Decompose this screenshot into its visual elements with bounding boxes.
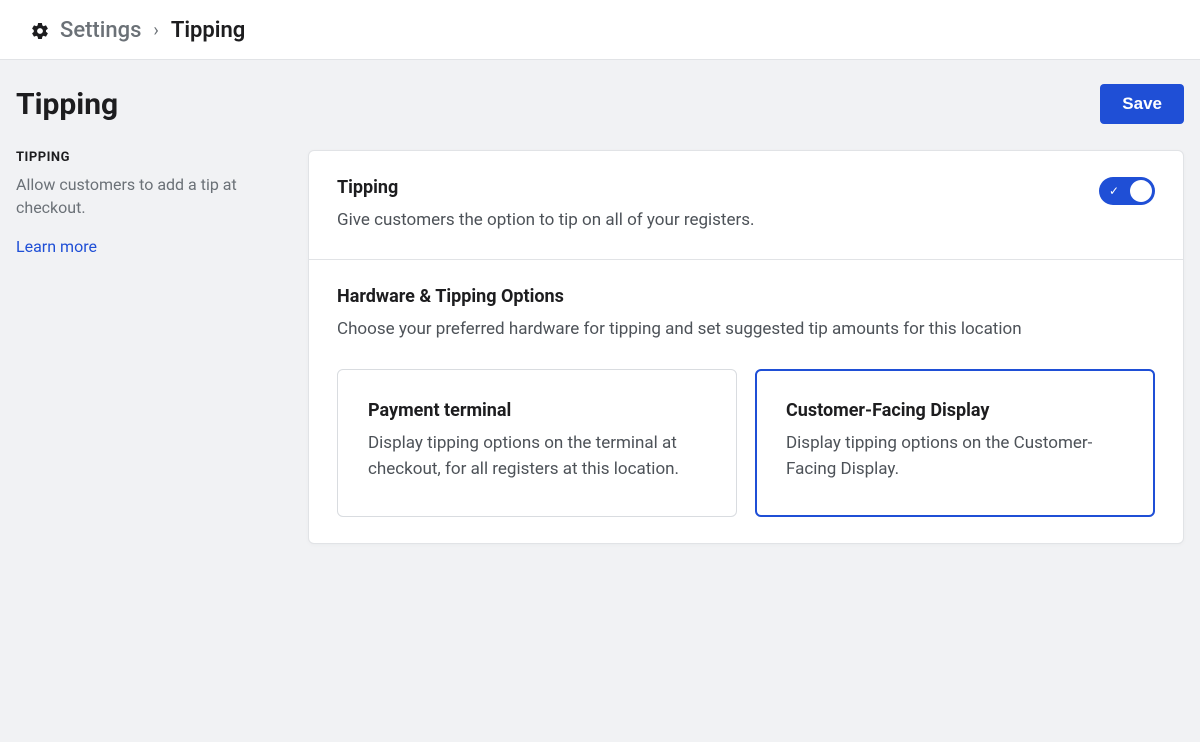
page-header: Tipping Save <box>0 60 1200 150</box>
option-payment-terminal[interactable]: Payment terminal Display tipping options… <box>337 369 737 517</box>
content: TIPPING Allow customers to add a tip at … <box>0 150 1200 544</box>
breadcrumb-current: Tipping <box>171 18 246 43</box>
tipping-section-subtitle: Give customers the option to tip on all … <box>337 208 755 233</box>
hardware-section-subtitle: Choose your preferred hardware for tippi… <box>337 317 1155 342</box>
sidebar-heading: TIPPING <box>16 150 280 165</box>
option-title: Customer-Facing Display <box>786 400 1124 421</box>
sidebar-description: Allow customers to add a tip at checkout… <box>16 173 280 219</box>
check-icon: ✓ <box>1109 185 1119 197</box>
hardware-section: Hardware & Tipping Options Choose your p… <box>309 259 1183 544</box>
option-description: Display tipping options on the terminal … <box>368 431 706 482</box>
toggle-knob <box>1130 180 1152 202</box>
breadcrumb-parent[interactable]: Settings <box>60 18 141 43</box>
sidebar: TIPPING Allow customers to add a tip at … <box>16 150 280 256</box>
option-customer-facing-display[interactable]: Customer-Facing Display Display tipping … <box>755 369 1155 517</box>
save-button[interactable]: Save <box>1100 84 1184 124</box>
hardware-section-title: Hardware & Tipping Options <box>337 286 1155 307</box>
tipping-toggle[interactable]: ✓ <box>1099 177 1155 205</box>
page-title: Tipping <box>16 87 118 122</box>
gear-icon <box>30 21 50 41</box>
settings-panel: Tipping Give customers the option to tip… <box>308 150 1184 544</box>
chevron-right-icon: › <box>153 20 158 41</box>
breadcrumb: Settings › Tipping <box>0 0 1200 60</box>
tipping-section: Tipping Give customers the option to tip… <box>309 151 1183 259</box>
option-title: Payment terminal <box>368 400 706 421</box>
option-description: Display tipping options on the Customer-… <box>786 431 1124 482</box>
learn-more-link[interactable]: Learn more <box>16 237 97 256</box>
hardware-options: Payment terminal Display tipping options… <box>337 369 1155 517</box>
tipping-section-title: Tipping <box>337 177 755 198</box>
